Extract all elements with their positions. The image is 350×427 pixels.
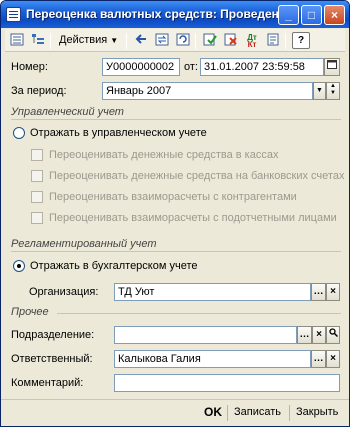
footer-separator xyxy=(227,405,228,421)
revalue-counterparties-label: Переоценивать взаиморасчеты с контрагент… xyxy=(49,191,297,203)
comment-label: Комментарий: xyxy=(11,377,84,389)
revalue-accountable-label: Переоценивать взаиморасчеты с подотчетны… xyxy=(49,212,337,224)
responsible-clear-button[interactable]: × xyxy=(326,350,340,368)
toolbar-separator xyxy=(126,33,127,49)
revalue-bank-label: Переоценивать денежные средства на банко… xyxy=(49,170,345,182)
organization-field[interactable]: ТД Уют xyxy=(114,283,311,301)
responsible-select-button[interactable]: … xyxy=(311,350,326,368)
date-from-label: от: xyxy=(184,61,198,73)
reflect-management-radio[interactable] xyxy=(13,127,25,139)
toolbar-separator xyxy=(195,33,196,49)
toolbar-separator xyxy=(50,33,51,49)
revalue-accountable-checkbox[interactable] xyxy=(31,212,43,224)
organization-label: Организация: xyxy=(29,286,99,298)
help-icon[interactable]: ? xyxy=(292,32,310,49)
toolbar-separator xyxy=(285,33,286,49)
department-search-button[interactable] xyxy=(326,326,340,344)
number-label: Номер: xyxy=(11,61,48,73)
revalue-cash-label: Переоценивать денежные средства в кассах xyxy=(49,149,279,161)
close-button[interactable]: Закрыть xyxy=(296,406,338,418)
revalue-bank-checkbox[interactable] xyxy=(31,170,43,182)
department-field[interactable] xyxy=(114,326,297,344)
section-divider xyxy=(57,313,341,314)
revalue-cash-checkbox[interactable] xyxy=(31,149,43,161)
unpost-icon[interactable] xyxy=(222,32,240,49)
document-window: Переоценка валютных средств: Проведен _ … xyxy=(0,0,350,427)
actions-label: Действия xyxy=(59,34,108,46)
minimize-button[interactable]: _ xyxy=(278,5,299,25)
management-section-title: Управленческий учет xyxy=(11,106,124,118)
department-label: Подразделение: xyxy=(11,329,95,341)
title-bar[interactable]: Переоценка валютных средств: Проведен _ … xyxy=(1,1,349,28)
period-spin-button[interactable]: ▲ ▼ xyxy=(326,82,340,100)
revalue-counterparties-checkbox[interactable] xyxy=(31,191,43,203)
clear-icon: × xyxy=(330,353,336,364)
report-icon[interactable] xyxy=(264,32,282,49)
regulated-section-title: Регламентированный учет xyxy=(11,238,157,250)
section-divider xyxy=(11,119,341,120)
department-select-button[interactable]: … xyxy=(297,326,312,344)
footer-bar: OK Записать Закрыть xyxy=(1,399,349,426)
swap-icon[interactable] xyxy=(153,32,171,49)
refresh-icon[interactable] xyxy=(174,32,192,49)
post-icon[interactable] xyxy=(201,32,219,49)
chevron-down-icon: ▼ xyxy=(110,36,119,45)
arrow-left-icon[interactable] xyxy=(132,32,150,49)
toolbar: Действия ▼ Дт Кт ? xyxy=(5,29,345,52)
ok-button[interactable]: OK xyxy=(204,405,222,419)
other-section-title: Прочее xyxy=(11,306,49,318)
spin-up-down-icon: ▲ ▼ xyxy=(330,83,336,96)
reflect-accounting-label: Отражать в бухгалтерском учете xyxy=(30,260,198,272)
reflect-accounting-radio[interactable] xyxy=(13,260,25,272)
actions-menu-button[interactable]: Действия ▼ xyxy=(55,32,122,49)
period-dropdown-button[interactable]: ▼ xyxy=(313,82,326,100)
document-icon xyxy=(6,7,21,22)
comment-field[interactable] xyxy=(114,374,340,392)
reflect-management-label: Отражать в управленческом учете xyxy=(30,127,207,139)
number-field[interactable]: У0000000002 xyxy=(102,58,180,76)
clear-icon: × xyxy=(316,329,322,340)
calendar-button[interactable] xyxy=(324,58,340,76)
department-clear-button[interactable]: × xyxy=(312,326,326,344)
clear-icon: × xyxy=(330,286,336,297)
period-field[interactable]: Январь 2007 xyxy=(102,82,313,100)
organization-select-button[interactable]: … xyxy=(311,283,326,301)
maximize-button[interactable]: □ xyxy=(301,5,322,25)
tree-icon[interactable] xyxy=(29,32,47,49)
chevron-down-icon: ▼ xyxy=(316,87,323,94)
date-field[interactable]: 31.01.2007 23:59:58 xyxy=(200,58,324,76)
section-divider xyxy=(11,251,341,252)
calendar-icon xyxy=(327,60,337,69)
responsible-label: Ответственный: xyxy=(11,353,93,365)
period-label: За период: xyxy=(11,85,67,97)
dt-kt-icon[interactable]: Дт Кт xyxy=(243,32,261,49)
footer-separator xyxy=(289,405,290,421)
list-icon[interactable] xyxy=(8,32,26,49)
search-icon xyxy=(328,328,338,338)
window-title: Переоценка валютных средств: Проведен xyxy=(26,7,279,21)
form-content: Номер: У0000000002 от: 31.01.2007 23:59:… xyxy=(1,53,349,398)
responsible-field[interactable]: Калыкова Галия xyxy=(114,350,311,368)
organization-clear-button[interactable]: × xyxy=(326,283,340,301)
close-window-button[interactable]: × xyxy=(324,5,345,25)
save-button[interactable]: Записать xyxy=(234,406,281,418)
